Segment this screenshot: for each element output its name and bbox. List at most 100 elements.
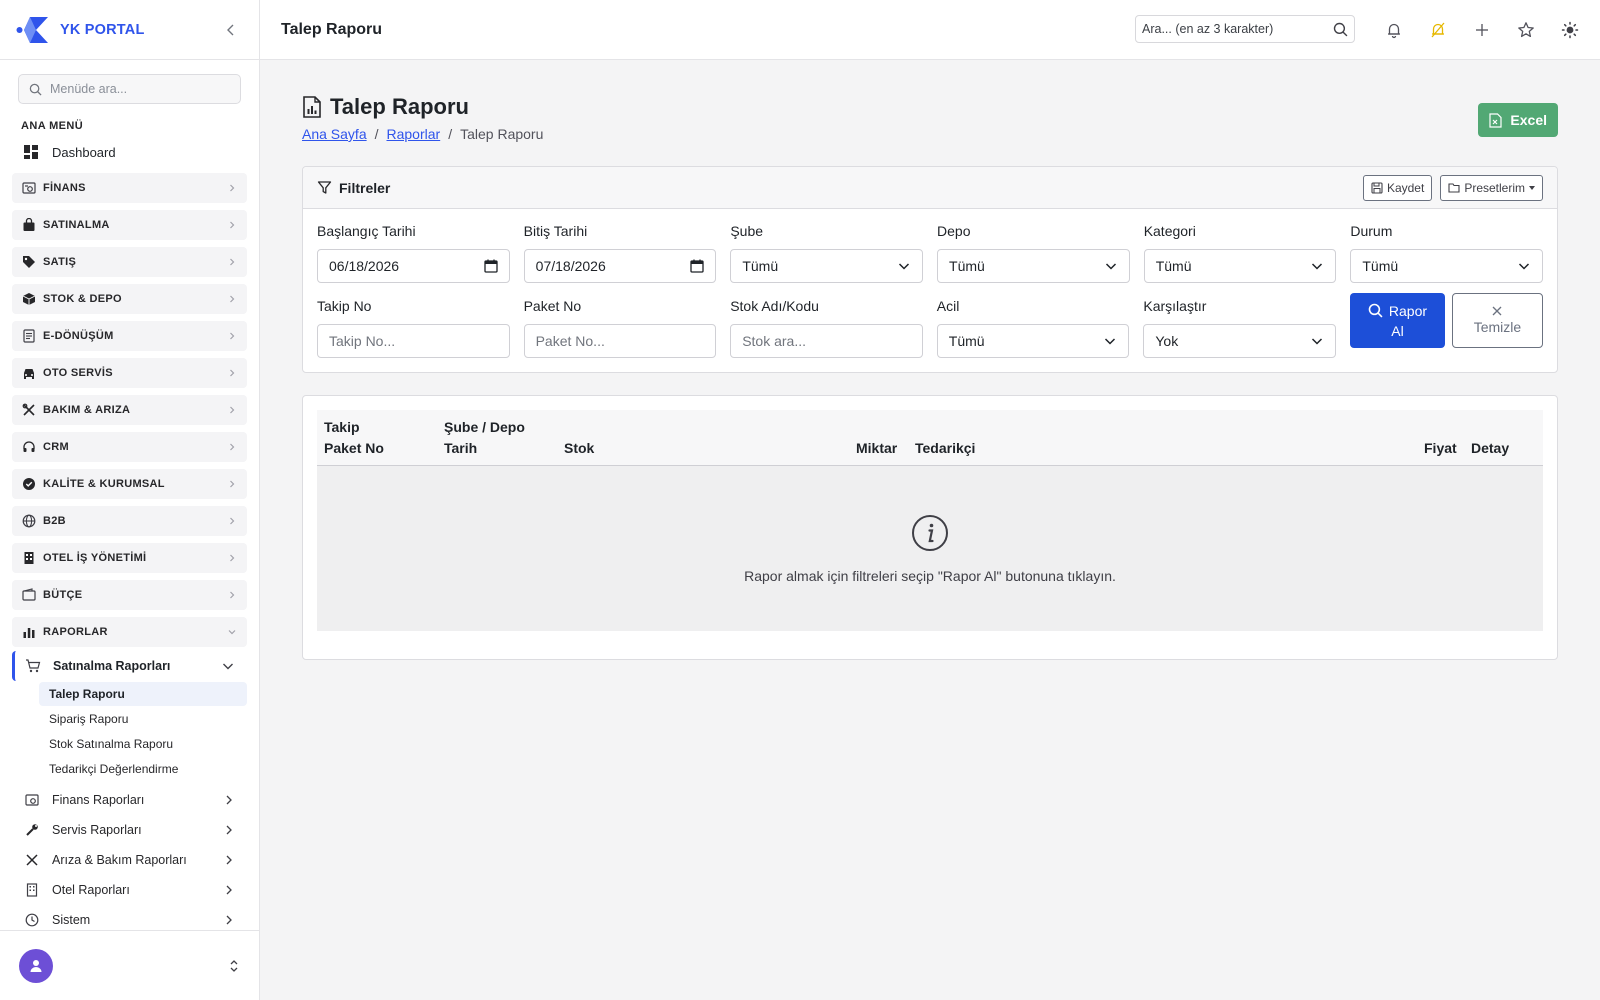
sidebar-submenu-finance-reports[interactable]: Finans Raporları <box>12 785 247 815</box>
breadcrumb-reports-link[interactable]: Raporlar <box>387 126 441 142</box>
sidebar-item-dashboard[interactable]: Dashboard <box>12 138 247 166</box>
sidebar-group-finance[interactable]: FİNANS <box>12 173 247 203</box>
tracking-no-input[interactable]: Takip No... <box>317 324 510 358</box>
sidebar-leaf-order-report[interactable]: Sipariş Raporu <box>39 707 247 731</box>
column-header-tracking[interactable]: Takip Paket No <box>324 417 384 459</box>
brand-logo-icon[interactable] <box>16 13 50 47</box>
collapse-sidebar-button[interactable] <box>219 18 243 42</box>
breadcrumb-home-link[interactable]: Ana Sayfa <box>302 126 367 142</box>
sidebar-group-b2b[interactable]: B2B <box>12 506 247 536</box>
chevron-down-icon <box>1517 259 1531 273</box>
filters-body: Başlangıç Tarihi 06/18/2026 Bitiş Tarihi… <box>303 209 1557 372</box>
user-menu-toggle[interactable] <box>228 959 240 973</box>
column-header-branch-date[interactable]: Şube / Depo Tarih <box>444 417 525 459</box>
end-date-input[interactable]: 07/18/2026 <box>523 249 717 283</box>
chevron-right-icon <box>223 794 235 806</box>
theme-sun-icon[interactable] <box>1558 18 1582 42</box>
filters-row-2: Takip No Takip No... Paket No Paket No..… <box>317 293 1543 358</box>
sidebar-submenu-label: Sistem <box>52 913 91 927</box>
sidebar-group-e-transformation[interactable]: E-DÖNÜŞÜM <box>12 321 247 351</box>
chevron-right-icon <box>227 442 237 452</box>
sidebar-group-purchasing[interactable]: SATINALMA <box>12 210 247 240</box>
column-header-supplier[interactable]: Tedarikçi <box>915 438 975 459</box>
results-card: Takip Paket No Şube / Depo Tarih Stok Mi… <box>302 395 1558 660</box>
sidebar-submenu-service-reports[interactable]: Servis Raporları <box>12 815 247 845</box>
export-excel-button[interactable]: Excel <box>1478 103 1558 137</box>
top-bar: Talep Raporu <box>260 0 1600 60</box>
filters-title: Filtreler <box>339 179 391 196</box>
filter-compare: Karşılaştır Yok <box>1143 298 1336 358</box>
plus-icon[interactable] <box>1470 18 1494 42</box>
filters-row-1: Başlangıç Tarihi 06/18/2026 Bitiş Tarihi… <box>317 223 1544 283</box>
column-header-quantity[interactable]: Miktar <box>856 438 897 459</box>
save-filter-label: Kaydet <box>1386 180 1425 195</box>
presets-dropdown-button[interactable]: Presetlerim <box>1440 174 1543 201</box>
search-icon[interactable] <box>1333 22 1348 37</box>
cart-icon <box>25 658 41 674</box>
mute-alerts-icon[interactable] <box>1426 18 1450 42</box>
column-header-line: Şube / Depo <box>444 419 525 435</box>
sidebar-group-maintenance[interactable]: BAKIM & ARIZA <box>12 395 247 425</box>
sidebar-submenu-label: Arıza & Bakım Raporları <box>52 853 187 867</box>
sidebar-submenu-maintenance-reports[interactable]: Arıza & Bakım Raporları <box>12 845 247 875</box>
filter-depot: Depo Tümü <box>937 223 1130 283</box>
bag-icon <box>21 217 37 233</box>
page-title-row: Talep Raporu <box>302 94 469 120</box>
category-select[interactable]: Tümü <box>1143 249 1337 283</box>
empty-state-message: Rapor almak için filtreleri seçip "Rapor… <box>744 567 1116 584</box>
star-icon[interactable] <box>1514 18 1538 42</box>
calendar-icon[interactable] <box>690 259 704 273</box>
sidebar-leaf-stock-purchase-report[interactable]: Stok Satınalma Raporu <box>39 732 247 756</box>
clock-icon <box>24 912 40 928</box>
calendar-icon[interactable] <box>484 259 498 273</box>
branch-select[interactable]: Tümü <box>730 249 924 283</box>
global-search-input[interactable] <box>1142 22 1324 36</box>
status-select[interactable]: Tümü <box>1350 249 1544 283</box>
finance-icon <box>21 180 37 196</box>
stock-search-input[interactable]: Stok ara... <box>730 324 923 358</box>
sidebar-group-sales[interactable]: SATIŞ <box>12 247 247 277</box>
filter-label: Acil <box>936 298 960 314</box>
chevron-down-icon <box>897 259 911 273</box>
sidebar-group-label: OTEL İŞ YÖNETİMİ <box>43 552 147 564</box>
clear-filters-button[interactable]: Temizle <box>1451 293 1543 348</box>
sidebar-group-crm[interactable]: CRM <box>12 432 247 462</box>
column-header-detail[interactable]: Detay <box>1471 438 1509 459</box>
depot-select[interactable]: Tümü <box>937 249 1130 283</box>
sidebar-group-reports[interactable]: RAPORLAR <box>12 617 247 647</box>
sidebar-group-label: RAPORLAR <box>43 626 108 638</box>
column-header-stock[interactable]: Stok <box>564 438 594 459</box>
sidebar-group-quality[interactable]: KALİTE & KURUMSAL <box>12 469 247 499</box>
sidebar-leaf-supplier-evaluation[interactable]: Tedarikçi Değerlendirme <box>39 757 247 781</box>
urgent-select[interactable]: Tümü <box>936 324 1130 358</box>
column-header-price[interactable]: Fiyat <box>1424 438 1457 459</box>
branch-selected-value: Tümü <box>742 258 779 274</box>
chevron-right-icon <box>227 331 237 341</box>
sidebar-group-budget[interactable]: BÜTÇE <box>12 580 247 610</box>
chevron-right-icon <box>227 220 237 230</box>
avatar[interactable] <box>19 948 53 983</box>
excel-file-icon <box>1489 112 1503 128</box>
brand-name[interactable]: YK PORTAL <box>60 22 145 38</box>
results-table-header: Takip Paket No Şube / Depo Tarih Stok Mi… <box>317 410 1543 466</box>
menu-search-box <box>18 74 241 104</box>
sidebar-submenu-purchasing-reports[interactable]: Satınalma Raporları <box>12 651 247 681</box>
get-report-button[interactable]: Rapor Al <box>1349 293 1445 348</box>
sidebar-group-hotel[interactable]: OTEL İŞ YÖNETİMİ <box>12 543 247 573</box>
start-date-input[interactable]: 06/18/2026 <box>317 249 510 283</box>
filter-label: Durum <box>1350 223 1393 239</box>
package-no-input[interactable]: Paket No... <box>523 324 717 358</box>
main-content: Talep Raporu Ana Sayfa / Raporlar / Tale… <box>302 60 1558 660</box>
filter-category: Kategori Tümü <box>1143 223 1337 283</box>
sidebar-group-auto-service[interactable]: OTO SERVİS <box>12 358 247 388</box>
chevron-right-icon <box>223 824 235 836</box>
menu-search-input[interactable] <box>50 82 220 96</box>
notification-bell-icon[interactable] <box>1382 18 1406 42</box>
sidebar-group-stock-depot[interactable]: STOK & DEPO <box>12 284 247 314</box>
sidebar-leaf-request-report[interactable]: Talep Raporu <box>39 682 247 706</box>
get-report-row: Rapor <box>1368 301 1427 321</box>
filters-card: Filtreler Kaydet Presetlerim Başlangıç T… <box>302 166 1558 373</box>
compare-select[interactable]: Yok <box>1143 324 1336 358</box>
save-filter-button[interactable]: Kaydet <box>1362 174 1433 201</box>
sidebar-submenu-hotel-reports[interactable]: Otel Raporları <box>12 875 247 905</box>
